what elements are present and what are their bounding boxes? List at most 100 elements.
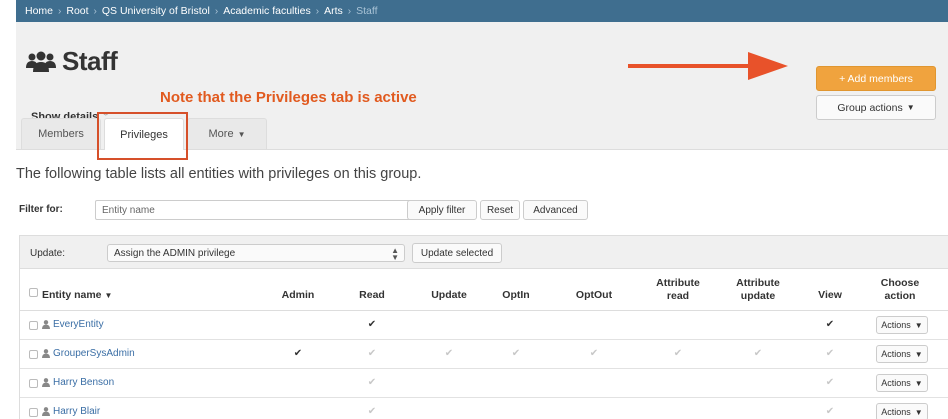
- attr-read-check-icon: ✔: [673, 348, 683, 359]
- row-actions-button[interactable]: Actions ▼: [876, 403, 928, 419]
- row-actions-label: Actions: [881, 349, 911, 359]
- attribute-read-header-line1: Attribute: [656, 277, 700, 289]
- view-check-icon: ✔: [825, 406, 835, 417]
- read-check-icon: ✔: [367, 319, 377, 330]
- table-row: GrouperSysAdmin ✔ ✔ ✔ ✔ ✔ ✔ ✔ ✔ Actions ▼: [20, 340, 948, 369]
- table-header-row: Entity name ▼ Admin Read Update OptIn Op…: [20, 269, 948, 311]
- view-check-icon: ✔: [825, 348, 835, 359]
- select-all-checkbox[interactable]: [29, 288, 38, 297]
- attribute-update-header: Attribute update: [728, 277, 788, 303]
- privilege-select[interactable]: Assign the ADMIN privilege ▲ ▼: [107, 244, 405, 262]
- entity-name: GrouperSysAdmin: [53, 348, 135, 359]
- breadcrumb-home[interactable]: Home: [25, 5, 53, 17]
- filter-row: Filter for: Apply filter Reset Advanced: [19, 200, 619, 220]
- entity-link[interactable]: EveryEntity: [42, 319, 104, 330]
- tab-more-label: More: [208, 128, 234, 140]
- select-arrows-icon: ▲ ▼: [391, 246, 399, 262]
- read-check-icon: ✔: [367, 406, 377, 417]
- view-check-icon: ✔: [825, 319, 835, 330]
- page-title: Staff: [62, 46, 118, 76]
- caret-down-icon: ▼: [914, 349, 923, 359]
- breadcrumb-university[interactable]: QS University of Bristol: [102, 5, 210, 17]
- row-actions-button[interactable]: Actions ▼: [876, 374, 928, 392]
- annotation-note: Note that the Privileges tab is active: [160, 89, 417, 106]
- breadcrumb-separator: ›: [214, 5, 219, 17]
- table-row: Harry Benson ✔ ✔ Actions ▼: [20, 369, 948, 398]
- entity-link[interactable]: GrouperSysAdmin: [42, 348, 135, 359]
- optin-header: OptIn: [502, 289, 530, 301]
- view-header: View: [818, 289, 842, 301]
- read-check-icon: ✔: [367, 348, 377, 359]
- entity-name-input[interactable]: [95, 200, 418, 220]
- row-checkbox[interactable]: [29, 321, 38, 330]
- entity-link[interactable]: Harry Benson: [42, 377, 114, 388]
- caret-down-icon: ▼: [914, 320, 923, 330]
- caret-down-icon: ▼: [914, 407, 923, 417]
- caret-down-icon: ▼: [914, 378, 923, 388]
- privileges-table: Update: Assign the ADMIN privilege ▲ ▼ Up…: [19, 235, 948, 419]
- apply-filter-button[interactable]: Apply filter: [407, 200, 477, 220]
- choose-action-header-line1: Choose: [880, 277, 920, 289]
- breadcrumb-arts[interactable]: Arts: [324, 5, 343, 17]
- optin-check-icon: ✔: [511, 348, 521, 359]
- group-actions-button[interactable]: Group actions ▼: [816, 95, 936, 120]
- read-header: Read: [359, 289, 385, 301]
- row-checkbox[interactable]: [29, 350, 38, 359]
- breadcrumb-root[interactable]: Root: [66, 5, 88, 17]
- table-row: Harry Blair ✔ ✔ Actions ▼: [20, 398, 948, 419]
- view-check-icon: ✔: [825, 377, 835, 388]
- breadcrumb-staff: Staff: [356, 5, 378, 17]
- breadcrumb-separator: ›: [347, 5, 352, 17]
- tab-members[interactable]: Members: [21, 118, 101, 149]
- annotation-highlight-box: [97, 112, 188, 160]
- attribute-update-header-line2: update: [740, 290, 776, 302]
- attr-update-check-icon: ✔: [753, 348, 763, 359]
- advanced-button[interactable]: Advanced: [523, 200, 588, 220]
- admin-check-icon: ✔: [293, 348, 303, 359]
- privilege-select-value: Assign the ADMIN privilege: [114, 247, 236, 259]
- attribute-read-header-line2: read: [666, 290, 690, 302]
- caret-down-icon: ▼: [906, 103, 915, 112]
- group-icon: [26, 51, 56, 73]
- update-check-icon: ✔: [444, 348, 454, 359]
- optout-header: OptOut: [575, 289, 613, 301]
- breadcrumb: Home › Root › QS University of Bristol ›…: [16, 0, 948, 22]
- add-members-button[interactable]: + Add members: [816, 66, 936, 91]
- breadcrumb-separator: ›: [315, 5, 320, 17]
- caret-down-icon: ▼: [237, 129, 246, 139]
- attribute-read-header: Attribute read: [648, 277, 708, 303]
- entity-name-header[interactable]: Entity name ▼: [42, 289, 112, 302]
- entity-name: Harry Blair: [53, 406, 101, 417]
- breadcrumb-academic-faculties[interactable]: Academic faculties: [223, 5, 311, 17]
- attribute-update-header-line1: Attribute: [736, 277, 780, 289]
- row-actions-label: Actions: [881, 378, 911, 388]
- person-icon: [42, 378, 50, 387]
- update-header: Update: [431, 289, 467, 301]
- tab-more[interactable]: More ▼: [187, 118, 267, 149]
- entity-link[interactable]: Harry Blair: [42, 406, 100, 417]
- breadcrumb-separator: ›: [93, 5, 97, 17]
- update-bar: Update: Assign the ADMIN privilege ▲ ▼ Up…: [20, 236, 948, 269]
- choose-action-header: Choose action: [870, 277, 930, 303]
- optout-check-icon: ✔: [589, 348, 599, 359]
- group-actions-label: Group actions: [837, 101, 903, 114]
- row-actions-button[interactable]: Actions ▼: [876, 345, 928, 363]
- entity-name: EveryEntity: [53, 319, 104, 330]
- row-checkbox[interactable]: [29, 408, 38, 417]
- read-check-icon: ✔: [367, 377, 377, 388]
- row-actions-button[interactable]: Actions ▼: [876, 316, 928, 334]
- intro-text: The following table lists all entities w…: [16, 166, 422, 182]
- reset-button[interactable]: Reset: [480, 200, 520, 220]
- admin-header: Admin: [281, 289, 315, 301]
- sort-down-icon: ▼: [104, 291, 113, 300]
- person-icon: [42, 407, 50, 416]
- table-row: EveryEntity ✔ ✔ Actions ▼: [20, 311, 948, 340]
- row-actions-label: Actions: [881, 407, 911, 417]
- person-icon: [42, 320, 50, 329]
- update-label: Update:: [30, 248, 66, 259]
- entity-name: Harry Benson: [53, 377, 115, 388]
- row-actions-label: Actions: [881, 320, 911, 330]
- update-selected-button[interactable]: Update selected: [412, 243, 502, 263]
- row-checkbox[interactable]: [29, 379, 38, 388]
- person-icon: [42, 349, 50, 358]
